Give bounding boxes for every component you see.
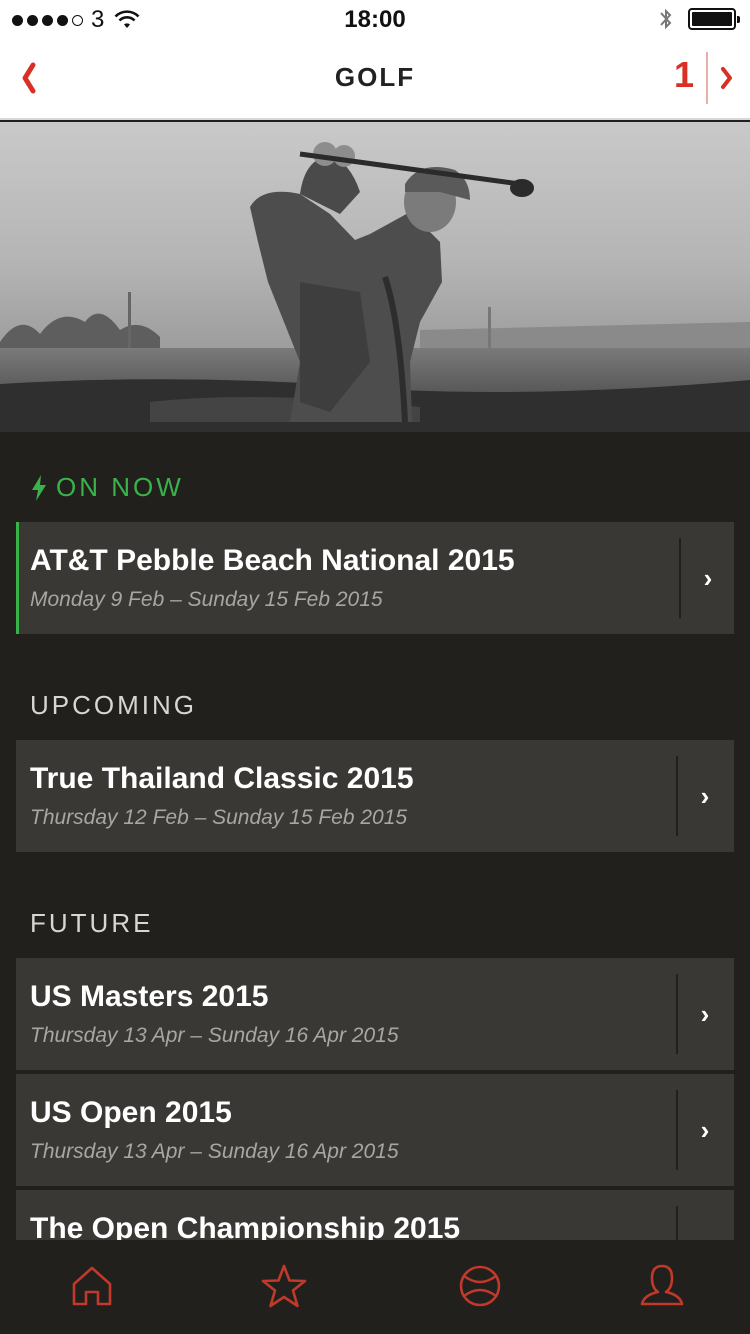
tournament-card[interactable]: US Open 2015 Thursday 13 Apr – Sunday 16…	[16, 1074, 734, 1186]
tournament-title: True Thailand Classic 2015	[30, 762, 414, 795]
tab-bar	[0, 1240, 750, 1334]
ball-icon	[459, 1265, 501, 1307]
tournament-title: The Open Championship 2015	[30, 1212, 461, 1240]
tournament-card[interactable]: AT&T Pebble Beach National 2015 Monday 9…	[16, 522, 734, 634]
tournament-title: US Open 2015	[30, 1096, 232, 1129]
tournament-card[interactable]: The Open Championship 2015 ›	[16, 1190, 734, 1240]
card-divider	[679, 538, 681, 618]
page-title: GOLF	[334, 62, 416, 92]
status-bar: 3 18:00	[0, 0, 750, 40]
tournament-dates: Thursday 12 Feb – Sunday 15 Feb 2015	[30, 806, 408, 829]
card-divider	[676, 974, 678, 1054]
tab-profile[interactable]	[638, 1262, 686, 1310]
section-title-future: FUTURE	[30, 908, 154, 938]
status-right	[658, 6, 740, 32]
next-button[interactable]	[712, 56, 742, 100]
section-title-upcoming: UPCOMING	[30, 690, 197, 720]
chevron-right-icon: ›	[692, 1224, 718, 1240]
tournament-title: AT&T Pebble Beach National 2015	[30, 544, 515, 577]
card-divider	[676, 1206, 678, 1240]
bluetooth-icon	[660, 8, 672, 30]
chevron-right-icon: ›	[703, 563, 713, 593]
tab-sports[interactable]	[456, 1262, 504, 1310]
chevron-right-icon	[721, 67, 732, 89]
tournament-card[interactable]: True Thailand Classic 2015 Thursday 12 F…	[16, 740, 734, 852]
tournament-dates: Monday 9 Feb – Sunday 15 Feb 2015	[30, 588, 383, 611]
chevron-right-icon: ›	[700, 781, 710, 811]
card-divider	[676, 1090, 678, 1170]
tournament-title: US Masters 2015	[30, 980, 269, 1013]
nav-divider	[706, 52, 708, 104]
home-icon	[72, 1266, 112, 1306]
battery-icon	[688, 8, 740, 30]
profile-icon	[640, 1264, 684, 1306]
clock: 18:00	[344, 6, 406, 33]
tab-favorites[interactable]	[260, 1262, 308, 1310]
hero-image	[0, 122, 750, 432]
nav-bar: GOLF 1	[0, 40, 750, 120]
tab-home[interactable]	[68, 1262, 116, 1310]
tournament-list: ON NOW AT&T Pebble Beach National 2015 M…	[0, 432, 750, 1240]
tournament-dates: Thursday 13 Apr – Sunday 16 Apr 2015	[30, 1024, 399, 1047]
tournament-card[interactable]: US Masters 2015 Thursday 13 Apr – Sunday…	[16, 958, 734, 1070]
section-title-on-now: ON NOW	[56, 472, 184, 502]
tournament-dates: Thursday 13 Apr – Sunday 16 Apr 2015	[30, 1140, 399, 1163]
golfer-photo	[0, 122, 750, 432]
star-icon	[261, 1264, 307, 1308]
chevron-right-icon: ›	[700, 1115, 710, 1145]
section-on-now: ON NOW	[30, 472, 184, 503]
chevron-right-icon: ›	[700, 999, 710, 1029]
lightning-icon	[32, 474, 46, 501]
card-divider	[676, 756, 678, 836]
page-counter: 1	[673, 54, 694, 95]
